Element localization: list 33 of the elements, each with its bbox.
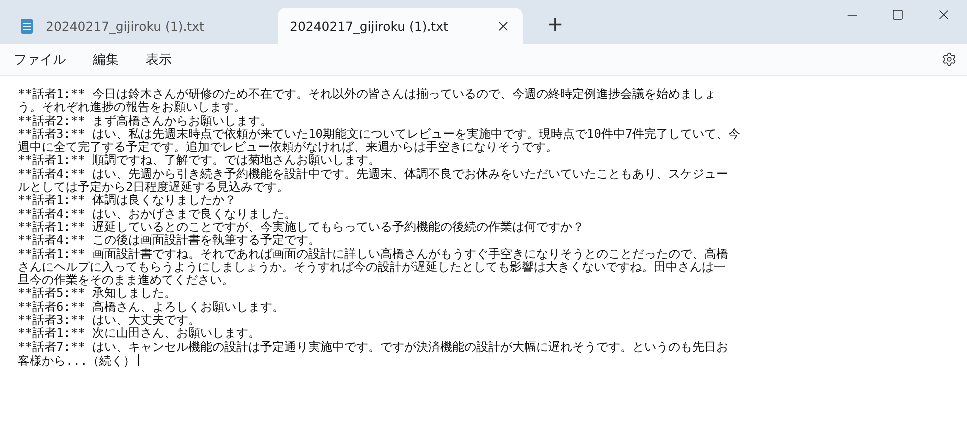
text-line: **話者2:** まず高橋さんからお願いします。 (18, 114, 274, 128)
file-tab[interactable]: 20240217_gijiroku (1).txt (278, 8, 523, 44)
tab-title: 20240217_gijiroku (1).txt (290, 18, 450, 34)
text-line: さんにヘルプに入ってもらうようにしましょうか。そうすれば今の設計が遅延したとしても影響は大きくないですね。田中さんは一 (18, 260, 727, 274)
text-line: **話者3:** はい、私は先週末時点で依頼が来ていた10期能文についてレビューを実施中です。現時点で10件中7件完了していて、今 (18, 128, 742, 141)
tab-title: 20240217_gijiroku (1).txt (46, 18, 206, 34)
text-line: **話者1:** 次に山田さん、お願いします。 (18, 327, 262, 341)
file-tab[interactable]: 20240217_gijiroku (1).txt (8, 8, 278, 44)
text-line: **話者4:** この後は画面設計書を執筆する予定です。 (18, 234, 322, 248)
text-line: う。それぞれ進捗の報告をお願いします。 (18, 101, 247, 114)
notepad-icon (20, 18, 34, 34)
text-line: 客様から...（続く） (18, 354, 967, 368)
menu-item[interactable]: 表示 (146, 46, 185, 72)
settings-icon[interactable] (942, 52, 957, 67)
text-line: **話者4:** はい、おかげさまで良くなりました。 (18, 208, 298, 221)
new-tab-button[interactable]: + (541, 10, 565, 38)
text-line: **話者1:** 体調は良くなりましたか？ (18, 194, 238, 208)
text-line: **話者1:** 今日は鈴木さんが研修のため不在です。それ以外の皆さんは揃っているので、今週の終時定例進捗会議を始めましょ (18, 88, 718, 101)
text-line: **話者6:** 高橋さん、よろしくお願いします。 (18, 300, 286, 314)
menu-item[interactable]: 編集 (93, 46, 132, 72)
text-line: 週中に全て完了する予定です。追加でレビュー依頼がなければ、来週からは手空きになりそうです。 (18, 141, 559, 154)
text-editor[interactable] (0, 75, 967, 426)
text-line: **話者1:** 遅延しているとのことですが、今実施してもらっている予約機能の後続の作業は何ですか？ (18, 220, 586, 234)
text-line: **話者4:** はい、先週から引き続き予約機能を設計中です。先週末、体調不良でお休みをいただいていたこともあり、スケジュー (18, 168, 730, 181)
text-line: **話者1:** 画面設計書ですね。それであれば画面の設計に詳しい高橋さんがもうすぐ手空きになりそうとのことだったので、高橋 (18, 248, 730, 261)
text-cursor (138, 354, 139, 366)
text-line: **話者3:** はい、大丈夫です。 (18, 314, 202, 328)
text-line: **話者5:** 承知しました。 (18, 287, 178, 300)
text-line: ルとしては予定から2日程度遅延する見込みです。 (18, 181, 290, 194)
text-line: **話者7:** はい、キャンセル機能の設計は予定通り実施中です。ですが決済機能の設計が大幅に遅れそうです。というのも先日お (18, 340, 730, 354)
menu-item[interactable]: ファイル (14, 46, 79, 72)
text-line: **話者1:** 順調ですね、了解です。では菊地さんお願いします。 (18, 154, 382, 168)
text-line: 旦今の作業をそのまま進めてください。 (18, 274, 235, 288)
